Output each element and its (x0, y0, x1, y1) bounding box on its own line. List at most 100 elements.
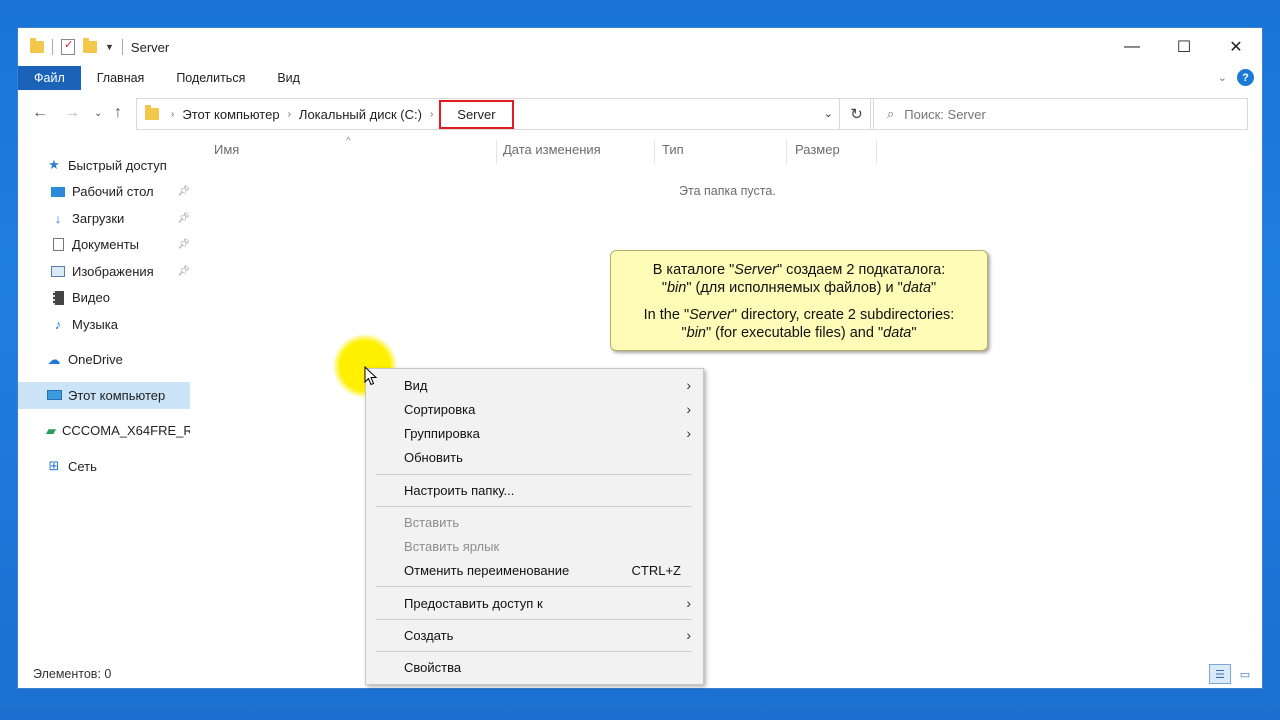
menu-separator (376, 651, 692, 652)
sidebar-item-videos[interactable]: Видео (18, 285, 192, 312)
menu-item-label: Отменить переименование (404, 562, 570, 578)
forward-arrow-icon[interactable]: → (64, 104, 80, 122)
column-divider[interactable] (876, 140, 877, 164)
menu-item-label: Сортировка (404, 401, 476, 417)
refresh-icon[interactable]: ↻ (839, 99, 873, 129)
customize-toolbar-icon[interactable]: ▼ (105, 42, 114, 52)
computer-icon (46, 388, 62, 402)
large-icons-view-icon[interactable]: ▭ (1234, 664, 1256, 684)
expand-ribbon-icon[interactable]: ⌄ (1218, 71, 1227, 84)
column-header-name[interactable]: Имя (214, 142, 239, 164)
menu-item-new[interactable]: Создать › (366, 623, 703, 647)
pin-icon[interactable]: 📌︎ (177, 266, 190, 277)
tab-home[interactable]: Главная (81, 66, 161, 90)
column-divider[interactable] (496, 140, 497, 164)
breadcrumb-separator-icon[interactable]: › (426, 109, 437, 120)
sidebar-item-desktop[interactable]: Рабочий стол 📌︎ (18, 179, 192, 206)
tab-file[interactable]: Файл (18, 66, 81, 90)
menu-item-label: Вид (404, 377, 428, 393)
sidebar-item-onedrive[interactable]: ☁ OneDrive (18, 347, 192, 374)
breadcrumb-separator-icon[interactable]: › (284, 109, 295, 120)
pin-icon[interactable]: 📌︎ (177, 213, 190, 224)
breadcrumb-server[interactable]: Server (439, 99, 514, 129)
menu-item-label: Настроить папку... (404, 482, 515, 498)
search-box[interactable]: ⌕ (870, 98, 1248, 130)
up-arrow-icon[interactable]: ↑ (114, 104, 122, 122)
minimize-button[interactable]: — (1106, 28, 1158, 66)
menu-item-label: Предоставить доступ к (404, 595, 543, 611)
sidebar-item-label: OneDrive (68, 352, 123, 368)
breadcrumb-separator-icon[interactable]: › (167, 109, 178, 120)
menu-item-label: Группировка (404, 425, 480, 441)
column-header-date[interactable]: Дата изменения (503, 142, 601, 164)
ribbon-tabs: Файл Главная Поделиться Вид ⌄ ? (18, 66, 1262, 90)
callout-en-line2: "bin" (for executable files) and "data" (681, 325, 917, 341)
navigation-pane: ★ Быстрый доступ Рабочий стол 📌︎ ↓ Загру… (18, 152, 192, 480)
column-header-size[interactable]: Размер (795, 142, 840, 164)
callout-ru-line1: В каталоге "Server" создаем 2 подкаталог… (652, 262, 946, 278)
sidebar-item-label: Быстрый доступ (68, 157, 167, 173)
menu-item-view[interactable]: Вид › (366, 373, 703, 397)
disc-drive-icon: ▰ (46, 422, 56, 438)
search-input[interactable] (904, 106, 1205, 122)
menu-item-paste: Вставить (366, 510, 703, 534)
submenu-arrow-icon: › (686, 425, 691, 441)
sidebar-item-label: CCCOMA_X64FRE_RU (62, 423, 190, 439)
window-controls: — ☐ ✕ (1106, 28, 1262, 66)
properties-icon[interactable] (61, 38, 75, 55)
folder-icon (30, 38, 44, 53)
pin-icon[interactable]: 📌︎ (177, 186, 190, 197)
sidebar-item-network[interactable]: ⊞ Сеть (18, 453, 192, 480)
sidebar-item-this-pc[interactable]: Этот компьютер (18, 382, 190, 409)
back-arrow-icon[interactable]: ← (32, 104, 48, 122)
new-folder-icon[interactable] (83, 38, 97, 53)
maximize-button[interactable]: ☐ (1158, 28, 1210, 66)
tab-share[interactable]: Поделиться (160, 66, 261, 90)
network-icon: ⊞ (48, 458, 60, 474)
menu-item-group[interactable]: Группировка › (366, 421, 703, 445)
menu-item-refresh[interactable]: Обновить (366, 445, 703, 469)
menu-item-customize-folder[interactable]: Настроить папку... (366, 478, 703, 502)
menu-separator (376, 474, 692, 475)
menu-item-share[interactable]: Предоставить доступ к › (366, 591, 703, 615)
menu-item-undo-rename[interactable]: Отменить переименование CTRL+Z (366, 558, 703, 582)
sidebar-item-music[interactable]: ♪ Музыка (18, 311, 192, 338)
callout-en-line1: In the "Server" directory, create 2 subd… (643, 307, 955, 323)
empty-folder-message: Эта папка пуста. (679, 184, 776, 198)
pin-icon[interactable]: 📌︎ (177, 239, 190, 250)
details-view-icon[interactable]: ☰ (1209, 664, 1231, 684)
video-icon (50, 290, 66, 305)
desktop-icon (50, 185, 66, 199)
sidebar-item-quick-access[interactable]: ★ Быстрый доступ (18, 152, 192, 179)
title-bar: ▼ Server — ☐ ✕ (18, 28, 1262, 66)
address-bar[interactable]: › Этот компьютер › Локальный диск (C:) ›… (136, 98, 874, 130)
navigation-bar: ← → ⌄ ↑ › Этот компьютер › Локальный дис… (18, 98, 1262, 130)
menu-separator (376, 619, 692, 620)
help-icon[interactable]: ? (1237, 69, 1254, 86)
callout-ru-line2: "bin" (для исполняемых файлов) и "data" (661, 280, 937, 296)
sidebar-item-pictures[interactable]: Изображения 📌︎ (18, 258, 192, 285)
sidebar-item-label: Видео (72, 290, 110, 306)
recent-locations-icon[interactable]: ⌄ (94, 108, 102, 119)
window-title: Server (130, 39, 170, 55)
address-dropdown-icon[interactable]: ⌄ (824, 107, 833, 120)
sidebar-item-documents[interactable]: Документы 📌︎ (18, 232, 192, 259)
menu-item-label: Свойства (404, 659, 462, 675)
tab-view[interactable]: Вид (261, 66, 316, 90)
breadcrumb-this-pc[interactable]: Этот компьютер (178, 107, 283, 122)
menu-item-properties[interactable]: Свойства (366, 655, 703, 679)
menu-item-sort[interactable]: Сортировка › (366, 397, 703, 421)
sidebar-item-label: Музыка (72, 316, 118, 332)
breadcrumb-local-disk[interactable]: Локальный диск (C:) (295, 107, 426, 122)
folder-icon (145, 105, 159, 120)
sidebar-item-label: Рабочий стол (72, 184, 154, 200)
close-button[interactable]: ✕ (1210, 28, 1262, 66)
column-divider[interactable] (786, 140, 787, 164)
menu-item-label: Вставить (404, 514, 460, 530)
sidebar-item-label: Документы (72, 237, 140, 253)
sidebar-item-dvd-drive[interactable]: ▰ CCCOMA_X64FRE_RU (18, 418, 190, 445)
toolbar-divider (52, 39, 53, 55)
column-divider[interactable] (654, 140, 655, 164)
column-header-type[interactable]: Тип (662, 142, 684, 164)
sidebar-item-downloads[interactable]: ↓ Загрузки 📌︎ (18, 205, 192, 232)
